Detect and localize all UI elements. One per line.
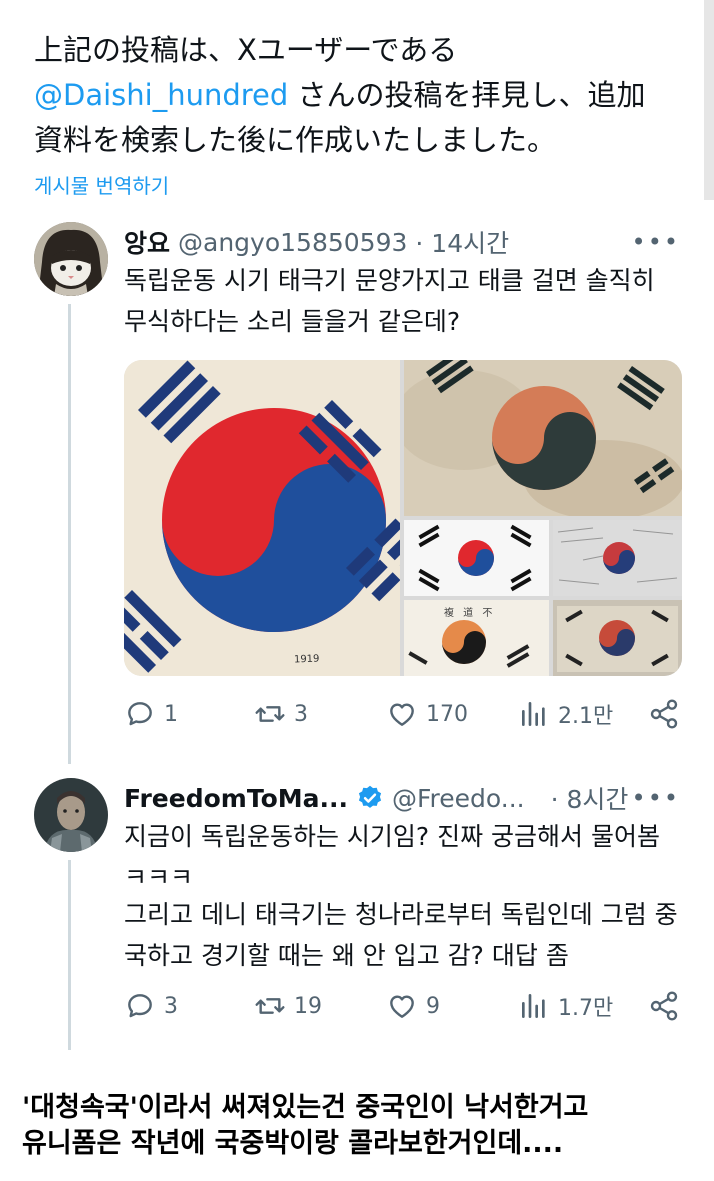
share-icon <box>650 699 678 729</box>
views-chart-icon <box>522 994 545 1018</box>
flag-thumb-1[interactable] <box>404 520 549 596</box>
retweet-icon <box>255 706 285 722</box>
tweet1-text: 독립운동 시기 태극기 문양가지고 태클 걸면 솔직히 무식하다는 소리 들을거… <box>124 266 655 336</box>
tweet2-actions: 3 19 9 1.7만 <box>124 990 684 1030</box>
share-icon <box>650 991 678 1021</box>
robot-avatar-icon <box>34 778 108 852</box>
retweet-button[interactable]: 19 <box>254 990 322 1022</box>
tweet1-time[interactable]: · 14시간 <box>415 224 509 260</box>
tweet2-time[interactable]: · 8시간 <box>551 780 629 816</box>
like-count: 9 <box>426 993 440 1019</box>
retweet-count: 3 <box>294 701 308 727</box>
tweet1-author-name[interactable]: 앙요 <box>124 224 170 260</box>
avatar[interactable] <box>34 222 108 296</box>
reply-button[interactable]: 1 <box>124 698 178 730</box>
share-button[interactable] <box>648 698 680 730</box>
avatar[interactable] <box>34 778 108 852</box>
heart-icon <box>390 995 414 1018</box>
heart-icon <box>390 703 414 726</box>
like-count: 170 <box>426 701 468 727</box>
intro-line-2: @Daishi_hundred さんの投稿を拝見し、追加 <box>34 73 694 118</box>
taegukgi-signed-image <box>553 520 682 596</box>
bottom-caption: '대청속국'이라서 써져있는건 중국인이 낙서한거고 유니폼은 작년에 국중박이… <box>22 1090 588 1162</box>
tweet1-handle[interactable]: @angyo15850593 <box>178 228 407 257</box>
tweet1-media-grid[interactable]: 1919 複 道 不 <box>124 360 682 676</box>
reply-count: 3 <box>164 993 178 1019</box>
intro-line-3: 資料を検索した後に作成いたしました。 <box>34 123 557 157</box>
banner-text: 複 道 不 <box>444 608 496 619</box>
scrollbar[interactable] <box>704 0 714 200</box>
mention-link[interactable]: @Daishi_hundred <box>34 78 288 112</box>
intro-line-1: 上記の投稿は、Xユーザーである <box>34 33 458 67</box>
tweet2-author-name[interactable]: FreedomToMa... <box>124 784 348 813</box>
like-button[interactable]: 170 <box>386 698 468 730</box>
views-count: 2.1만 <box>558 704 614 729</box>
flag-thumb-2[interactable] <box>553 520 682 596</box>
intro-line-2-rest: さんの投稿を拝見し、追加 <box>288 78 646 112</box>
cat-avatar-icon <box>34 222 108 296</box>
reply-count: 1 <box>164 701 178 727</box>
tweet1-actions: 1 3 170 2.1만 <box>124 698 684 738</box>
caption-line-2: 유니폼은 작년에 국중박이랑 콜라보한거인데.... <box>22 1128 564 1159</box>
taegukgi-large-image <box>124 360 400 676</box>
taegukgi-thumb-image <box>404 520 549 596</box>
verified-badge-icon <box>358 785 382 808</box>
tweet1-more-icon[interactable]: ••• <box>632 228 680 256</box>
flag-thumb-4[interactable] <box>553 600 682 676</box>
thread-line <box>68 304 71 764</box>
reply-button[interactable]: 3 <box>124 990 178 1022</box>
tweet2-more-icon[interactable]: ••• <box>632 784 680 812</box>
like-button[interactable]: 9 <box>386 990 440 1022</box>
taegukgi-framed-image <box>553 600 682 676</box>
flag-image-large[interactable]: 1919 <box>124 360 400 676</box>
flag-image-stained[interactable] <box>404 360 682 516</box>
reply-icon <box>128 702 152 726</box>
views-button[interactable]: 2.1만 <box>518 698 613 730</box>
tweet2-text-2: 그리고 데니 태극기는 청나라로부터 독립인데 그럼 중국하고 경기할 때는 왜… <box>124 900 678 970</box>
views-button[interactable]: 1.7만 <box>518 990 613 1022</box>
translate-post-link[interactable]: 게시물 번역하기 <box>34 170 169 199</box>
thread-line <box>68 860 71 1050</box>
taegukgi-stained-image <box>404 360 682 516</box>
retweet-icon <box>255 998 285 1014</box>
flag-handwritten-note: 1919 <box>293 653 320 666</box>
tweet2-header: FreedomToMa... @Freedo... · 8시간 <box>124 780 628 816</box>
tweet1-header: 앙요 @angyo15850593 · 14시간 <box>124 224 509 260</box>
retweet-button[interactable]: 3 <box>254 698 308 730</box>
intro-text: 上記の投稿は、Xユーザーである @Daishi_hundred さんの投稿を拝見… <box>34 28 694 163</box>
flag-thumb-3[interactable]: 複 道 不 <box>404 600 549 676</box>
reply-icon <box>128 994 152 1018</box>
tweet2-text-1: 지금이 독립운동하는 시기임? 진짜 궁금해서 물어봄 ㅋㅋㅋ <box>124 822 661 892</box>
retweet-count: 19 <box>294 993 322 1019</box>
caption-line-1: '대청속국'이라서 써져있는건 중국인이 낙서한거고 <box>22 1092 589 1123</box>
views-count: 1.7만 <box>558 996 614 1021</box>
views-chart-icon <box>522 702 545 726</box>
share-button[interactable] <box>648 990 680 1022</box>
tweet2-handle[interactable]: @Freedo... <box>392 784 525 813</box>
